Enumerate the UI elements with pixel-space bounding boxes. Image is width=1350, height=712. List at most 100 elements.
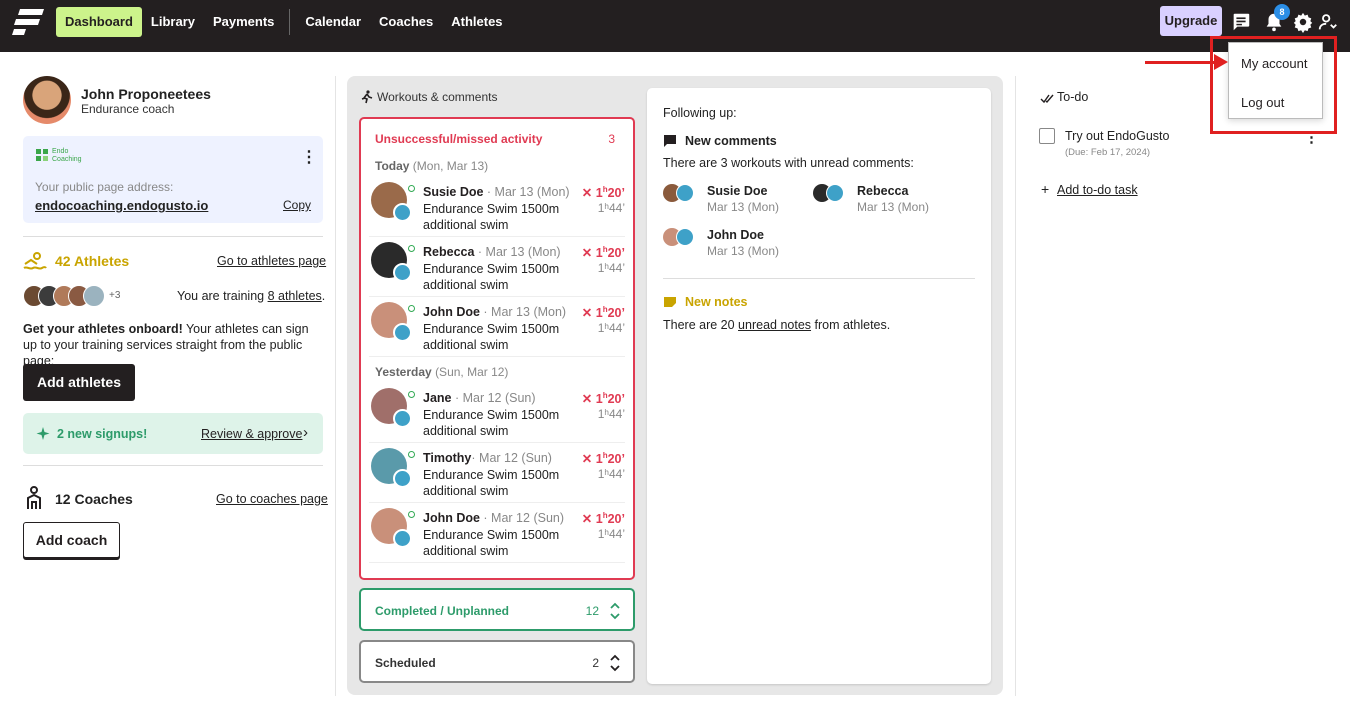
todo-item-due: (Due: Feb 17, 2024) — [1065, 147, 1151, 158]
athletes-count: 42 Athletes — [55, 253, 130, 269]
nav-separator — [289, 9, 291, 35]
annotation-arrow-line — [1145, 61, 1215, 64]
onboard-text: Get your athletes onboard! Your athletes… — [23, 322, 309, 368]
copy-link[interactable]: Copy — [283, 198, 311, 212]
signups-label: 2 new signups! — [57, 427, 148, 441]
missed-x-icon: ✕ — [581, 186, 593, 201]
expand-chevrons-icon[interactable] — [609, 652, 621, 674]
double-check-icon — [1040, 92, 1054, 104]
actual-duration: ✕ 1h20’ — [581, 305, 625, 321]
planned-duration: 1ʰ44’ — [597, 527, 625, 541]
actual-duration: ✕ 1h20’ — [581, 511, 625, 527]
missed-activity-row[interactable]: Rebecca · Mar 13 (Mon) Endurance Swim 150… — [369, 237, 625, 297]
missed-x-icon: ✕ — [581, 306, 593, 321]
missed-activity-row[interactable]: John Doe · Mar 13 (Mon) Endurance Swim 15… — [369, 297, 625, 357]
notification-badge: 8 — [1274, 4, 1290, 20]
swim-sport-icon — [393, 529, 412, 548]
chat-icon[interactable] — [1230, 11, 1252, 33]
status-dot — [408, 391, 415, 398]
upgrade-button[interactable]: Upgrade — [1160, 6, 1222, 36]
gear-icon[interactable] — [1292, 11, 1314, 34]
public-page-url[interactable]: endocoaching.endogusto.io — [35, 198, 208, 213]
expand-chevrons-icon[interactable] — [609, 600, 621, 622]
status-dot — [408, 245, 415, 252]
athlete-name: Rebecca · Mar 13 (Mon) — [423, 245, 561, 259]
divider — [663, 278, 975, 279]
brand-logo-text: Endo Coaching — [52, 148, 82, 163]
missed-activity-card: Unsuccessful/missed activity 3 Today (Mo… — [359, 117, 635, 580]
plus-icon[interactable]: + — [1041, 181, 1049, 197]
scheduled-card[interactable]: Scheduled 2 — [359, 640, 635, 683]
actual-duration: ✕ 1h20’ — [581, 391, 625, 407]
avatar[interactable] — [23, 76, 71, 124]
add-todo-link[interactable]: Add to-do task — [1057, 183, 1138, 197]
column-divider — [335, 76, 336, 696]
add-athletes-button[interactable]: Add athletes — [23, 364, 135, 401]
nav-payments[interactable]: Payments — [204, 7, 283, 37]
todo-checkbox[interactable] — [1039, 128, 1055, 144]
missed-activity-row[interactable]: Timothy· Mar 12 (Sun) Endurance Swim 1500… — [369, 443, 625, 503]
go-to-coaches-link[interactable]: Go to coaches page — [216, 492, 328, 506]
swim-sport-icon — [393, 469, 412, 488]
column-divider — [1015, 76, 1016, 696]
planned-duration: 1ʰ44’ — [597, 467, 625, 481]
top-bar: Dashboard Library Payments Calendar Coac… — [0, 0, 1350, 52]
profile-name: John Proponeetees — [81, 86, 211, 102]
new-comments-title: New comments — [685, 134, 777, 148]
missed-activity-row[interactable]: Jane · Mar 12 (Sun) Endurance Swim 1500m … — [369, 383, 625, 443]
swim-sport-icon — [393, 263, 412, 282]
following-up-card: Following up: New comments There are 3 w… — [647, 88, 991, 684]
completed-card[interactable]: Completed / Unplanned 12 — [359, 588, 635, 631]
training-athletes-link[interactable]: 8 athletes — [268, 289, 322, 303]
swim-sport-icon — [393, 409, 412, 428]
unread-notes-link[interactable]: unread notes — [738, 318, 811, 332]
missed-x-icon: ✕ — [581, 392, 593, 407]
nav-athletes[interactable]: Athletes — [442, 7, 511, 37]
todo-title: To-do — [1057, 90, 1089, 104]
comment-person[interactable]: John Doe Mar 13 (Mon) — [663, 226, 813, 260]
missed-count: 3 — [608, 132, 615, 146]
missed-activity-row[interactable]: John Doe · Mar 12 (Sun) Endurance Swim 15… — [369, 503, 625, 563]
public-page-card: Endo Coaching ⋮ Your public page address… — [23, 136, 323, 223]
planned-duration: 1ʰ44’ — [597, 407, 625, 421]
swim-sport-icon — [393, 323, 412, 342]
athlete-name: John Doe · Mar 13 (Mon) — [423, 305, 567, 319]
add-coach-button[interactable]: Add coach — [23, 522, 120, 558]
new-notes-title: New notes — [685, 295, 748, 309]
workout-description: Endurance Swim 1500m additional swim — [423, 408, 560, 438]
app-logo-icon[interactable] — [12, 9, 44, 35]
athlete-avatar-stack[interactable]: +3 — [23, 285, 123, 307]
divider — [23, 465, 323, 466]
chevron-right-icon[interactable]: › — [303, 424, 308, 441]
scheduled-title: Scheduled — [375, 656, 436, 670]
day-group-label: Yesterday (Sun, Mar 12) — [375, 365, 509, 379]
comment-icon — [663, 134, 677, 148]
nav-dashboard[interactable]: Dashboard — [56, 7, 142, 37]
go-to-athletes-link[interactable]: Go to athletes page — [217, 254, 326, 268]
actual-duration: ✕ 1h20’ — [581, 245, 625, 261]
completed-count: 12 — [585, 604, 599, 618]
planned-duration: 1ʰ44’ — [597, 261, 625, 275]
brand-logo-icon — [35, 148, 49, 162]
status-dot — [408, 305, 415, 312]
swimmer-icon — [23, 251, 47, 271]
comment-person[interactable]: Susie Doe Mar 13 (Mon) — [663, 182, 813, 216]
status-dot — [408, 511, 415, 518]
nav-coaches[interactable]: Coaches — [370, 7, 442, 37]
athlete-name: John Doe · Mar 12 (Sun) — [423, 511, 565, 525]
profile-role: Endurance coach — [81, 102, 175, 116]
more-athletes-count: +3 — [109, 290, 121, 301]
missed-activity-row[interactable]: Susie Doe · Mar 13 (Mon) Endurance Swim 1… — [369, 177, 625, 237]
nav-library[interactable]: Library — [142, 7, 204, 37]
signups-banner: 2 new signups! Review & approve › — [23, 413, 323, 454]
card-more-icon[interactable]: ⋮ — [301, 147, 317, 167]
nav-calendar[interactable]: Calendar — [296, 7, 370, 37]
review-approve-link[interactable]: Review & approve — [201, 427, 302, 441]
main-nav: Dashboard Library Payments Calendar Coac… — [56, 7, 512, 37]
status-dot — [408, 185, 415, 192]
comment-person[interactable]: Rebecca Mar 13 (Mon) — [813, 182, 963, 216]
user-menu-icon[interactable] — [1317, 11, 1339, 33]
todo-item-label: Try out EndoGusto — [1065, 129, 1170, 143]
athlete-name: Timothy· Mar 12 (Sun) — [423, 451, 552, 465]
athlete-name: Jane · Mar 12 (Sun) — [423, 391, 536, 405]
